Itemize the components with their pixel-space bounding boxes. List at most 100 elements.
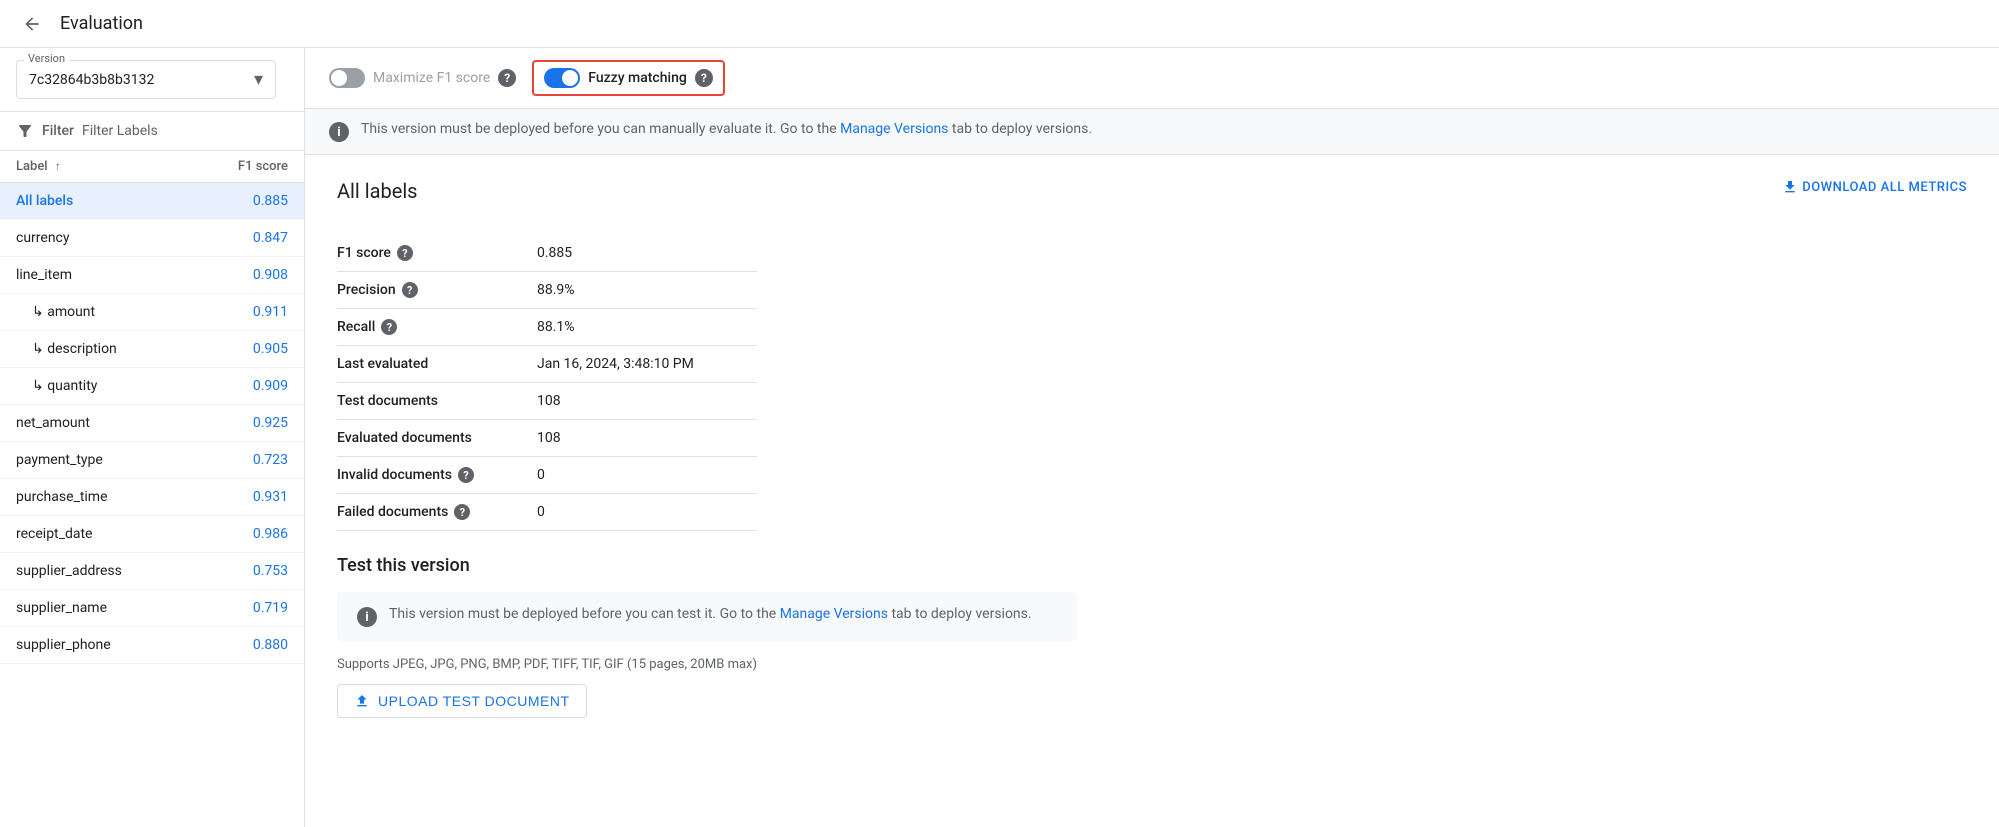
- metric-row: Evaluated documents108: [337, 420, 757, 457]
- back-button[interactable]: [16, 8, 48, 40]
- label-list-item[interactable]: ↳ description0.905: [0, 331, 304, 368]
- label-score: 0.719: [253, 600, 288, 616]
- maximize-f1-label: Maximize F1 score: [373, 70, 490, 86]
- metric-value-cell: 0: [537, 494, 757, 531]
- label-name: payment_type: [16, 452, 103, 468]
- fuzzy-toggle-knob: [562, 70, 578, 86]
- label-list-item[interactable]: purchase_time 0.931: [0, 479, 304, 516]
- maximize-f1-toggle-group: Maximize F1 score ?: [329, 68, 516, 88]
- metric-label: Recall: [337, 319, 375, 335]
- label-list-item[interactable]: payment_type 0.723: [0, 442, 304, 479]
- label-list-item[interactable]: supplier_name 0.719: [0, 590, 304, 627]
- metrics-header: All labels DOWNLOAD ALL METRICS: [337, 179, 1967, 219]
- main-content: All labels DOWNLOAD ALL METRICS F1 score…: [305, 155, 1999, 742]
- metric-value-cell: 0: [537, 457, 757, 494]
- test-banner-text: This version must be deployed before you…: [389, 606, 1032, 622]
- metric-value-cell: 88.9%: [537, 272, 757, 309]
- metric-value-cell: 0.885: [537, 235, 757, 272]
- filter-label: Filter: [42, 123, 74, 139]
- metric-help-icon[interactable]: ?: [381, 319, 397, 335]
- label-name: ↳ quantity: [16, 378, 97, 394]
- maximize-f1-help-icon[interactable]: ?: [498, 69, 516, 87]
- label-score: 0.986: [253, 526, 288, 542]
- metric-help-icon[interactable]: ?: [397, 245, 413, 261]
- test-manage-versions-link[interactable]: Manage Versions: [780, 606, 888, 622]
- label-score: 0.905: [253, 341, 288, 357]
- filter-labels-link[interactable]: Filter Labels: [82, 123, 158, 139]
- label-name: supplier_name: [16, 600, 107, 616]
- version-selector-area: Version 7c32864b3b8b3132 ▾: [0, 48, 304, 112]
- section-divider: [337, 531, 1967, 555]
- label-score: 0.931: [253, 489, 288, 505]
- label-list-item[interactable]: ↳ quantity 0.909: [0, 368, 304, 405]
- label-list-item[interactable]: supplier_phone0.880: [0, 627, 304, 664]
- label-score: 0.911: [253, 304, 288, 320]
- label-name: All labels: [16, 193, 73, 209]
- label-column-header: Label ↑: [16, 159, 61, 174]
- download-all-metrics-link[interactable]: DOWNLOAD ALL METRICS: [1782, 179, 1967, 195]
- label-list-item[interactable]: line_item0.908: [0, 257, 304, 294]
- metric-label-cell: F1 score?: [337, 235, 537, 272]
- metric-row: Precision?88.9%: [337, 272, 757, 309]
- test-section-title: Test this version: [337, 555, 1967, 576]
- test-info-icon: i: [357, 607, 377, 627]
- metrics-table: F1 score?0.885Precision?88.9%Recall?88.1…: [337, 235, 757, 531]
- fuzzy-matching-toggle[interactable]: [544, 68, 580, 88]
- label-list-item[interactable]: supplier_address0.753: [0, 553, 304, 590]
- label-score: 0.753: [253, 563, 288, 579]
- metric-help-icon[interactable]: ?: [458, 467, 474, 483]
- maximize-f1-toggle[interactable]: [329, 68, 365, 88]
- score-column-header: F1 score: [238, 159, 288, 174]
- download-icon: [1782, 179, 1798, 195]
- fuzzy-matching-help-icon[interactable]: ?: [695, 69, 713, 87]
- metric-value-cell: 108: [537, 420, 757, 457]
- label-name: purchase_time: [16, 489, 108, 505]
- metric-value-cell: Jan 16, 2024, 3:48:10 PM: [537, 346, 757, 383]
- metric-label-cell: Precision?: [337, 272, 537, 309]
- label-score: 0.925: [253, 415, 288, 431]
- metric-label: Test documents: [337, 383, 537, 420]
- label-name: receipt_date: [16, 526, 92, 542]
- metric-label: Precision: [337, 282, 396, 298]
- metric-row: F1 score?0.885: [337, 235, 757, 272]
- label-score: 0.847: [253, 230, 288, 246]
- header: Evaluation: [0, 0, 1999, 48]
- metric-value-cell: 108: [537, 383, 757, 420]
- metric-label: Evaluated documents: [337, 420, 537, 457]
- label-list-item[interactable]: ↳ amount 0.911: [0, 294, 304, 331]
- metric-row: Recall?88.1%: [337, 309, 757, 346]
- metric-label: Last evaluated: [337, 346, 537, 383]
- label-list-item[interactable]: receipt_date 0.986: [0, 516, 304, 553]
- metric-value-cell: 88.1%: [537, 309, 757, 346]
- metric-row: Last evaluatedJan 16, 2024, 3:48:10 PM: [337, 346, 757, 383]
- upload-test-document-button[interactable]: UPLOAD TEST DOCUMENT: [337, 684, 587, 718]
- metric-label: F1 score: [337, 245, 391, 261]
- metric-label: Invalid documents: [337, 467, 452, 483]
- label-name: ↳ amount: [16, 304, 95, 320]
- version-label: Version: [24, 52, 69, 65]
- version-dropdown[interactable]: Version 7c32864b3b8b3132 ▾: [16, 60, 276, 99]
- supports-text: Supports JPEG, JPG, PNG, BMP, PDF, TIFF,…: [337, 657, 1967, 672]
- label-score: 0.723: [253, 452, 288, 468]
- metric-row: Failed documents?0: [337, 494, 757, 531]
- label-list: All labels0.885 currency 0.847 line_item0.9…: [0, 183, 304, 827]
- version-select-control[interactable]: 7c32864b3b8b3132 ▾: [16, 60, 276, 99]
- label-score: 0.909: [253, 378, 288, 394]
- label-score: 0.908: [253, 267, 288, 283]
- right-panel: Maximize F1 score ? Fuzzy matching ? i T…: [305, 48, 1999, 827]
- page-title: Evaluation: [60, 13, 143, 34]
- deploy-info-banner: i This version must be deployed before y…: [305, 109, 1999, 155]
- filter-icon: [16, 122, 34, 140]
- label-list-item[interactable]: All labels0.885: [0, 183, 304, 220]
- info-icon: i: [329, 122, 349, 142]
- metric-help-icon[interactable]: ?: [402, 282, 418, 298]
- banner-text: This version must be deployed before you…: [361, 121, 1092, 137]
- manage-versions-link[interactable]: Manage Versions: [840, 121, 948, 137]
- label-list-item[interactable]: currency 0.847: [0, 220, 304, 257]
- metric-help-icon[interactable]: ?: [454, 504, 470, 520]
- fuzzy-matching-label: Fuzzy matching: [588, 70, 687, 86]
- label-list-item[interactable]: net_amount0.925: [0, 405, 304, 442]
- metric-label-cell: Recall?: [337, 309, 537, 346]
- label-name: currency: [16, 230, 70, 246]
- sidebar: Version 7c32864b3b8b3132 ▾ Filter Filter…: [0, 48, 305, 827]
